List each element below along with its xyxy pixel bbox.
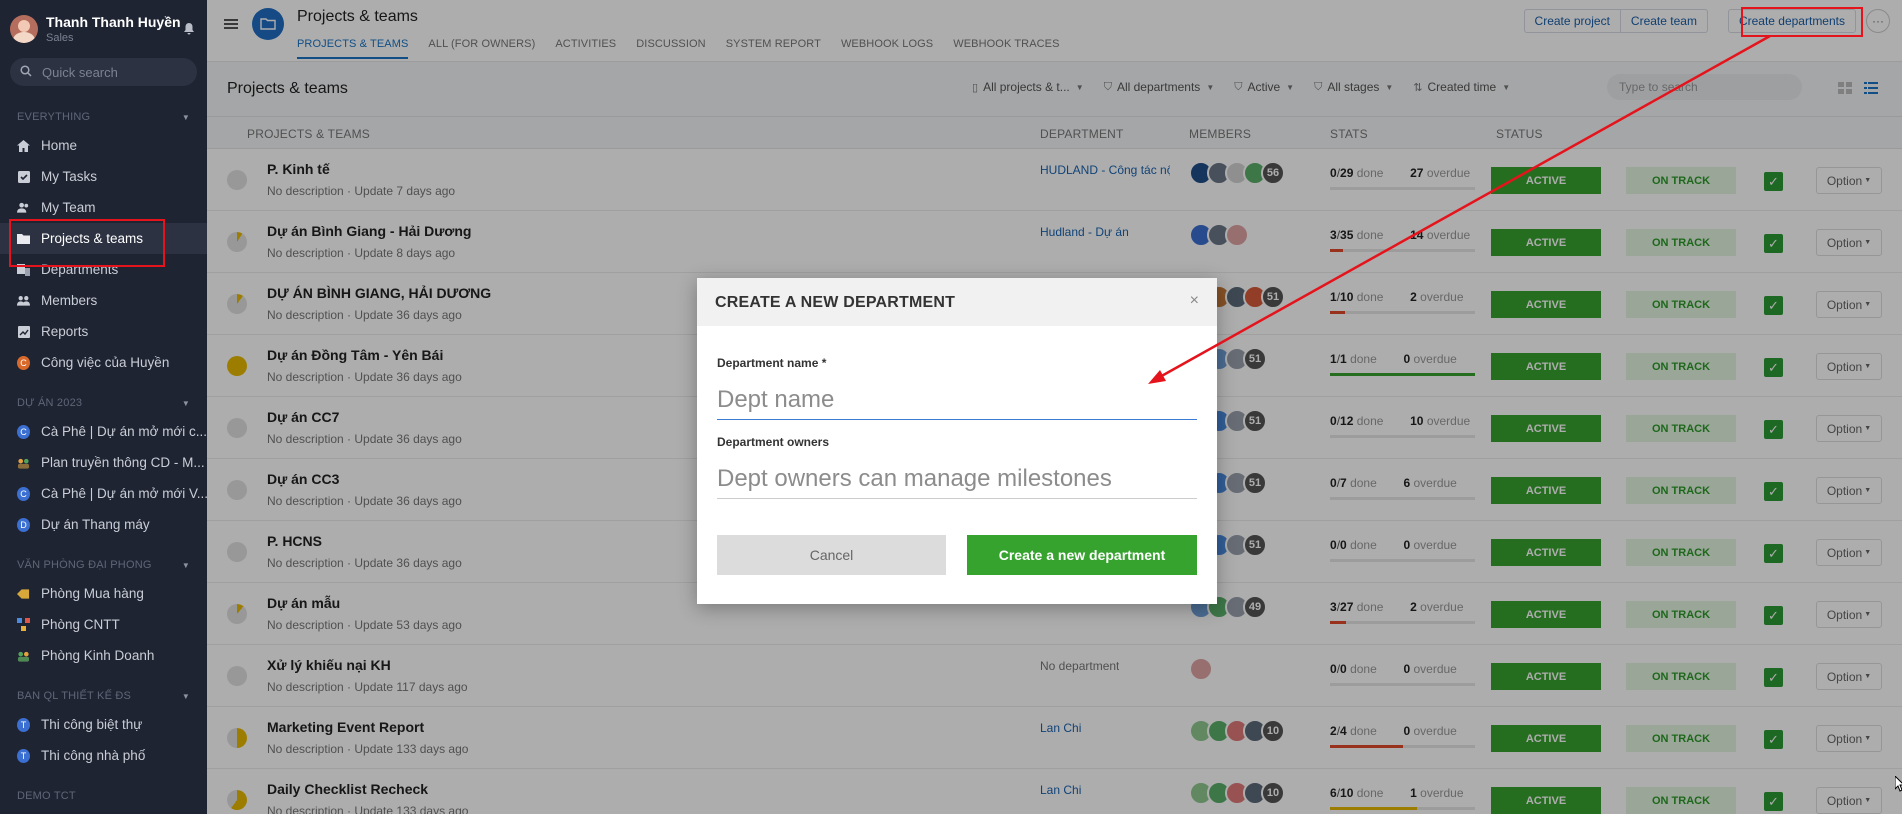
letter-badge-icon: C	[17, 355, 30, 370]
chevron-down-icon[interactable]: ▼	[182, 113, 190, 122]
letter-badge-icon: D	[17, 517, 30, 532]
dialog-title: CREATE A NEW DEPARTMENT	[715, 294, 956, 311]
sidebar-item-projects-teams[interactable]: Projects & teams	[0, 223, 207, 254]
section-title: VĂN PHÒNG ĐẠI PHONG	[17, 559, 152, 571]
departments-icon	[17, 263, 30, 276]
sidebar-item-members[interactable]: Members	[0, 285, 207, 316]
sidebar-item-home[interactable]: Home	[0, 130, 207, 161]
section-everything[interactable]: EVERYTHING ▼	[0, 108, 207, 126]
sidebar-project-item[interactable]: D Dự án Thang máy	[0, 509, 207, 540]
section-du-an-2023[interactable]: DỰ ÁN 2023 ▼	[0, 394, 207, 412]
department-name-input[interactable]	[717, 380, 1197, 420]
create-department-button[interactable]: Create a new department	[967, 535, 1197, 575]
sidebar-project-item[interactable]: Plan truyền thông CD - M...	[0, 447, 207, 478]
sidebar-item-label: Members	[41, 293, 98, 308]
sidebar-item-my-tasks[interactable]: My Tasks	[0, 161, 207, 192]
reports-icon	[17, 325, 30, 338]
sidebar-item-label: Thi công biệt thự	[41, 717, 143, 732]
section-title: DEMO TCT	[17, 790, 76, 802]
mouse-cursor-icon	[1895, 776, 1902, 792]
bell-icon[interactable]	[183, 22, 197, 36]
section-title: EVERYTHING	[17, 111, 91, 123]
section-title: BAN QL THIẾT KẾ ĐS	[17, 690, 132, 702]
sidebar-office-item[interactable]: Phòng Mua hàng	[0, 578, 207, 609]
letter-badge-icon: T	[17, 717, 30, 732]
letter-badge-icon: C	[17, 424, 30, 439]
sidebar: Thanh Thanh Huyền Sales Quick search EVE…	[0, 0, 207, 814]
team-colorful-icon	[17, 456, 30, 469]
sidebar-item-label: Cà Phê | Dự án mở mới c...	[41, 424, 207, 439]
team-colorful-icon	[17, 649, 30, 662]
team-icon	[17, 201, 30, 214]
sidebar-office-item[interactable]: Phòng CNTT	[0, 609, 207, 640]
sidebar-item-label: Thi công nhà phố	[41, 748, 146, 763]
sidebar-design-item[interactable]: T Thi công biệt thự	[0, 709, 207, 740]
section-ban-ql[interactable]: BAN QL THIẾT KẾ ĐS ▼	[0, 687, 207, 705]
sidebar-item-label: My Team	[41, 200, 96, 215]
search-icon	[20, 64, 32, 80]
cancel-button[interactable]: Cancel	[717, 535, 946, 575]
chevron-down-icon[interactable]: ▼	[182, 399, 190, 408]
sidebar-project-item[interactable]: C Cà Phê | Dự án mở mới c...	[0, 416, 207, 447]
sidebar-item-label: Reports	[41, 324, 89, 339]
create-department-dialog: CREATE A NEW DEPARTMENT × Department nam…	[697, 278, 1217, 604]
sidebar-item-label: Công việc của Huyền	[41, 355, 170, 370]
folder-icon	[17, 232, 30, 245]
letter-badge-icon: T	[17, 748, 30, 763]
section-demo-tct[interactable]: DEMO TCT	[0, 787, 207, 805]
sidebar-item-reports[interactable]: Reports	[0, 316, 207, 347]
section-title: DỰ ÁN 2023	[17, 397, 83, 409]
close-icon[interactable]: ×	[1190, 292, 1199, 310]
sidebar-item-cong-viec[interactable]: C Công việc của Huyền	[0, 347, 207, 378]
sidebar-item-label: Projects & teams	[41, 231, 144, 246]
home-icon	[17, 139, 30, 152]
dialog-header: CREATE A NEW DEPARTMENT ×	[697, 278, 1217, 326]
sidebar-item-label: Phòng Mua hàng	[41, 586, 144, 601]
chevron-down-icon[interactable]: ▼	[182, 692, 190, 701]
user-profile[interactable]: Thanh Thanh Huyền Sales	[0, 0, 207, 48]
quick-search-placeholder: Quick search	[42, 64, 118, 80]
check-square-icon	[17, 170, 30, 183]
sidebar-project-item[interactable]: C Cà Phê | Dự án mở mới V...	[0, 478, 207, 509]
user-role: Sales	[46, 31, 74, 44]
sidebar-item-label: Home	[41, 138, 78, 153]
letter-badge-icon: C	[17, 486, 30, 501]
sidebar-item-label: Dự án Thang máy	[41, 517, 150, 532]
network-icon	[17, 618, 30, 631]
sidebar-item-label: Departments	[41, 262, 119, 277]
section-van-phong[interactable]: VĂN PHÒNG ĐẠI PHONG ▼	[0, 556, 207, 574]
department-owners-label: Department owners	[717, 435, 830, 449]
user-avatar[interactable]	[10, 14, 38, 43]
sidebar-item-my-team[interactable]: My Team	[0, 192, 207, 223]
tag-icon	[17, 587, 30, 600]
sidebar-item-label: My Tasks	[41, 169, 98, 184]
department-name-label: Department name *	[717, 356, 827, 370]
sidebar-design-item[interactable]: T Thi công nhà phố	[0, 740, 207, 771]
sidebar-item-departments[interactable]: Departments	[0, 254, 207, 285]
sidebar-office-item[interactable]: Phòng Kinh Doanh	[0, 640, 207, 671]
chevron-down-icon[interactable]: ▼	[182, 561, 190, 570]
sidebar-item-label: Phòng CNTT	[41, 617, 120, 632]
sidebar-item-label: Cà Phê | Dự án mở mới V...	[41, 486, 207, 501]
user-name: Thanh Thanh Huyền	[46, 13, 181, 30]
department-owners-input[interactable]	[717, 459, 1197, 499]
sidebar-item-label: Plan truyền thông CD - M...	[41, 455, 205, 470]
members-icon	[17, 294, 30, 307]
sidebar-item-label: Phòng Kinh Doanh	[41, 648, 155, 663]
quick-search[interactable]: Quick search	[10, 58, 197, 86]
